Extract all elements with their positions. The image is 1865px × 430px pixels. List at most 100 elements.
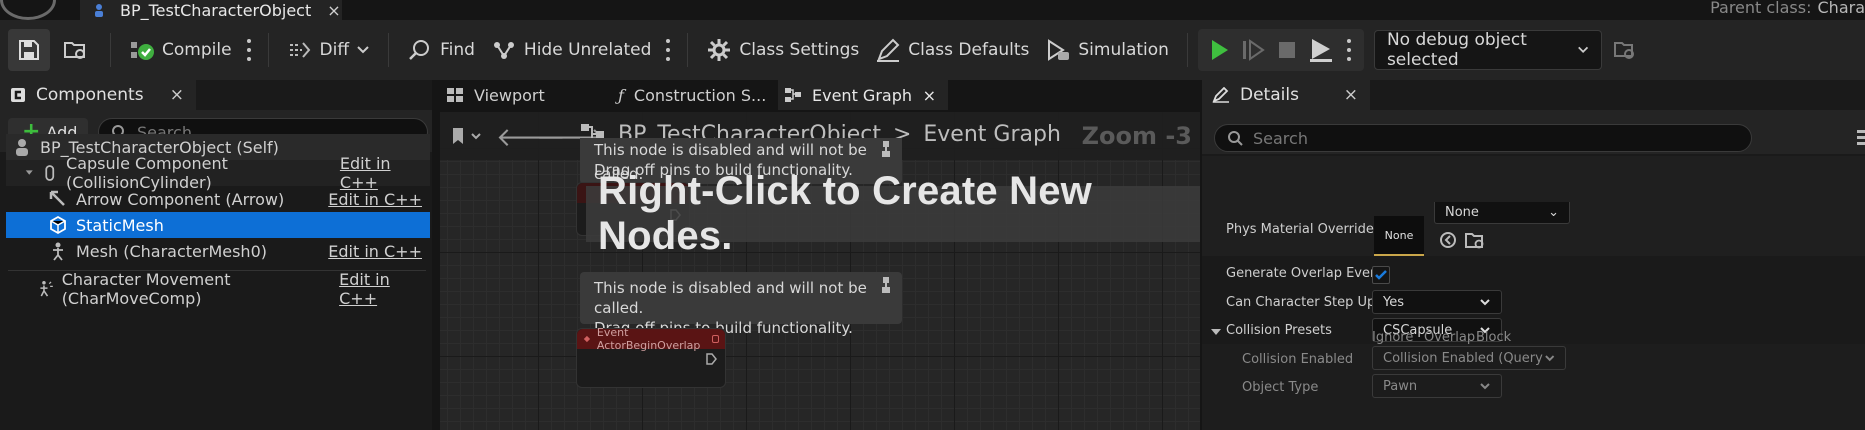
edit-in-cpp-link[interactable]: Edit in C++	[328, 242, 422, 261]
event-node-header: Event ActorBeginOverlap	[577, 326, 725, 352]
save-button[interactable]	[8, 29, 50, 71]
browse-asset-icon[interactable]	[1464, 230, 1486, 250]
debug-object-select[interactable]: No debug object selected	[1373, 30, 1602, 70]
column-block: Block	[1476, 330, 1512, 345]
title-bar: BP_TestCharacterObject × Parent class: Ch…	[0, 0, 1865, 20]
chevron-down-icon: ⌄	[1548, 205, 1559, 220]
details-panel: Details × Search Phys Material Override …	[1202, 80, 1865, 430]
find-button[interactable]: Find	[399, 30, 483, 70]
property-matrix-icon[interactable]	[1856, 128, 1865, 148]
exec-pin-icon[interactable]	[705, 353, 717, 365]
event-graph-canvas[interactable]: 🡐 🡒 BP_TestCharacterObject > Event Graph…	[440, 112, 1200, 430]
tree-item-mesh[interactable]: Mesh (CharacterMesh0) Edit in C++	[6, 238, 430, 264]
chevron-down-icon	[357, 46, 369, 54]
collapse-arrow-icon[interactable]	[1210, 326, 1222, 338]
event-actor-begin-overlap-node[interactable]: Event ActorBeginOverlap	[576, 326, 726, 388]
document-tab-label: BP_TestCharacterObject	[120, 0, 312, 20]
pin-icon[interactable]	[880, 140, 892, 158]
delegate-pin-icon[interactable]	[712, 335, 719, 343]
generate-overlap-label: Generate Overlap Events	[1226, 266, 1391, 281]
play-icon[interactable]	[1204, 35, 1234, 65]
search-icon	[1228, 131, 1243, 146]
parent-class-link[interactable]: Chara	[1818, 0, 1865, 17]
class-settings-label: Class Settings	[739, 40, 860, 60]
hide-unrelated-icon	[493, 42, 514, 59]
step-up-value: Yes	[1383, 294, 1404, 310]
phys-material-dropdown[interactable]: None ⌄	[1434, 202, 1570, 224]
phys-material-thumbnail[interactable]: None	[1374, 216, 1424, 256]
tree-item-capsule[interactable]: Capsule Component (CollisionCylinder) Ed…	[6, 154, 430, 192]
step-icon[interactable]	[1238, 35, 1268, 65]
play-options-icon[interactable]	[1346, 39, 1352, 61]
character-icon	[16, 139, 28, 156]
save-icon	[19, 40, 39, 60]
skeletal-mesh-icon	[53, 242, 63, 261]
viewport-icon	[447, 88, 463, 102]
details-tab-label: Details	[1240, 85, 1299, 105]
unreal-logo-icon[interactable]	[0, 0, 56, 20]
hide-unrelated-label: Hide Unrelated	[523, 40, 652, 60]
edit-in-cpp-link[interactable]: Edit in C++	[339, 270, 422, 308]
tree-item-staticmesh[interactable]: StaticMesh	[6, 212, 430, 238]
pin-icon[interactable]	[880, 276, 892, 294]
document-tab-close-icon[interactable]: ×	[327, 1, 340, 20]
tab-event-graph[interactable]: Event Graph ×	[778, 80, 948, 110]
parent-class-label: Parent class:	[1710, 0, 1812, 17]
generate-overlap-checkbox[interactable]	[1372, 266, 1390, 284]
hide-unrelated-options-icon[interactable]	[665, 39, 671, 61]
toolbar-divider	[267, 33, 269, 67]
diff-icon	[289, 42, 310, 58]
event-node-title: Event ActorBeginOverlap	[596, 326, 701, 352]
class-defaults-label: Class Defaults	[908, 40, 1030, 60]
blueprint-character-icon	[95, 4, 103, 17]
debug-browse-icon[interactable]	[1612, 38, 1636, 62]
tree-item-arrow[interactable]: Arrow Component (Arrow) Edit in C++	[6, 186, 430, 212]
use-selected-icon[interactable]	[1438, 230, 1458, 250]
eject-icon[interactable]	[1306, 35, 1336, 65]
simulation-button[interactable]: Simulation	[1037, 30, 1177, 70]
document-tab[interactable]: BP_TestCharacterObject ×	[80, 0, 342, 20]
disabled-node-comment: This node is disabled and will not be ca…	[580, 272, 902, 337]
zoom-level: Zoom -3	[1081, 122, 1192, 150]
class-defaults-icon	[877, 38, 900, 62]
details-search-input[interactable]: Search	[1214, 124, 1752, 152]
tab-components[interactable]: Components ×	[0, 80, 196, 110]
compile-label: Compile	[162, 40, 232, 60]
tree-item-label: StaticMesh	[76, 215, 164, 235]
hide-unrelated-button[interactable]: Hide Unrelated	[483, 30, 660, 70]
diff-button[interactable]: Diff	[279, 30, 379, 70]
parent-class: Parent class: Chara	[1710, 0, 1865, 17]
tab-details[interactable]: Details ×	[1202, 80, 1370, 110]
object-type-value: Pawn	[1383, 378, 1418, 394]
step-up-dropdown[interactable]: Yes	[1372, 290, 1502, 314]
tree-item-character-movement[interactable]: Character Movement (CharMoveComp) Edit i…	[6, 270, 430, 308]
compile-options-icon[interactable]	[246, 39, 252, 61]
compile-check-icon	[131, 42, 154, 60]
tree-item-label: Character Movement (CharMoveComp)	[61, 270, 231, 308]
bookmark-icon[interactable]	[450, 126, 484, 146]
components-close-icon[interactable]: ×	[170, 85, 184, 105]
chevron-down-icon[interactable]	[24, 167, 35, 179]
column-overlap: Overlap	[1424, 330, 1476, 345]
phys-material-label: Phys Material Override	[1226, 222, 1374, 237]
tab-viewport[interactable]: Viewport	[440, 80, 602, 110]
create-nodes-hint: Right-Click to Create New Nodes.	[586, 169, 1200, 258]
components-tab-label: Components	[36, 85, 144, 105]
collision-enabled-label: Collision Enabled	[1242, 352, 1354, 367]
object-type-dropdown[interactable]: Pawn	[1372, 374, 1502, 398]
stop-icon[interactable]	[1272, 35, 1302, 65]
tab-construction-script[interactable]: ƒ Construction S...	[616, 80, 776, 110]
compile-button[interactable]: Compile	[121, 30, 240, 70]
event-diamond-icon	[583, 335, 591, 343]
collision-enabled-value: Collision Enabled (Query and Phy	[1383, 350, 1544, 366]
class-settings-button[interactable]: Class Settings	[698, 30, 867, 70]
tab-close-icon[interactable]: ×	[923, 86, 936, 105]
event-graph-icon	[785, 88, 801, 102]
checkmark-icon	[1375, 270, 1387, 280]
edit-in-cpp-link[interactable]: Edit in C++	[328, 190, 422, 209]
collision-enabled-dropdown[interactable]: Collision Enabled (Query and Phy	[1372, 346, 1566, 370]
details-icon	[1212, 87, 1229, 103]
details-close-icon[interactable]: ×	[1344, 85, 1358, 105]
browse-button[interactable]	[50, 30, 100, 70]
class-defaults-button[interactable]: Class Defaults	[867, 30, 1037, 70]
